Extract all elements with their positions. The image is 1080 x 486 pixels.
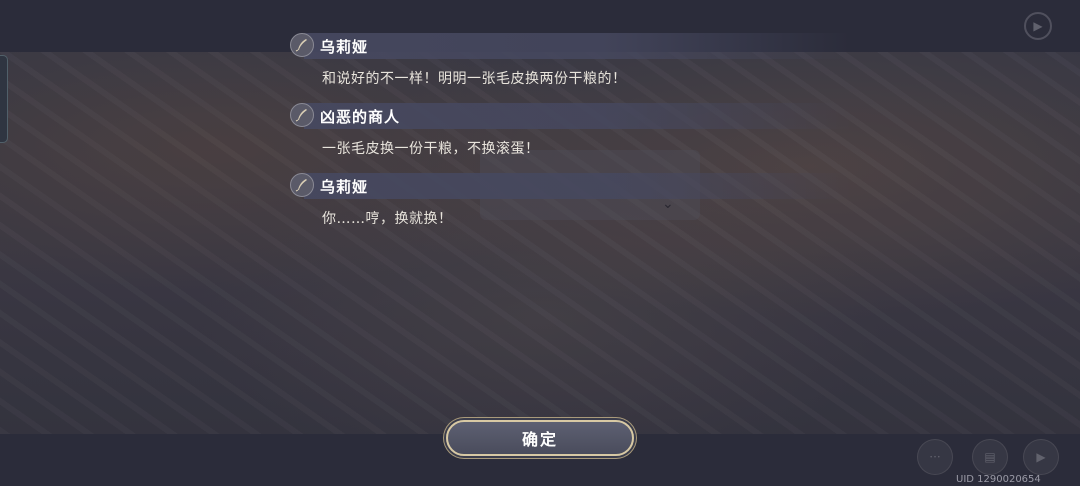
dialogue-entry: 乌莉娅 和说好的不一样！明明一张毛皮换两份干粮的！ xyxy=(290,33,850,88)
dialogue-text: 一张毛皮换一份干粮，不换滚蛋！ xyxy=(322,141,540,157)
speaker-row: 乌莉娅 xyxy=(304,173,850,199)
speaker-row: 乌莉娅 xyxy=(304,33,850,59)
confirm-button[interactable]: 确定 xyxy=(446,420,634,456)
quill-icon xyxy=(290,33,314,57)
dialogue-text: 和说好的不一样！明明一张毛皮换两份干粮的！ xyxy=(322,71,627,87)
chat-button[interactable]: ▤ xyxy=(972,439,1008,475)
side-tab[interactable] xyxy=(0,55,8,143)
speaker-name: 乌莉娅 xyxy=(320,37,369,56)
speaker-row: 凶恶的商人 xyxy=(304,103,850,129)
quill-icon xyxy=(290,103,314,127)
speaker-name: 凶恶的商人 xyxy=(320,107,401,126)
quill-icon xyxy=(290,173,314,197)
more-icon: ··· xyxy=(929,450,941,464)
dialogue-entry: 乌莉娅 你……哼，换就换！ xyxy=(290,173,850,228)
play-icon: ▶ xyxy=(1036,450,1046,464)
skip-icon: ▶ xyxy=(1033,19,1043,33)
speaker-name: 乌莉娅 xyxy=(320,177,369,196)
uid-label: UID 1290020654 xyxy=(956,474,1041,485)
dialogue-entry: 凶恶的商人 一张毛皮换一份干粮，不换滚蛋！ xyxy=(290,103,850,158)
play-button[interactable]: ▶ xyxy=(1023,439,1059,475)
dialogue-text: 你……哼，换就换！ xyxy=(322,211,453,227)
chat-icon: ▤ xyxy=(984,450,996,464)
skip-button[interactable]: ▶ xyxy=(1024,12,1052,40)
more-button[interactable]: ··· xyxy=(917,439,953,475)
